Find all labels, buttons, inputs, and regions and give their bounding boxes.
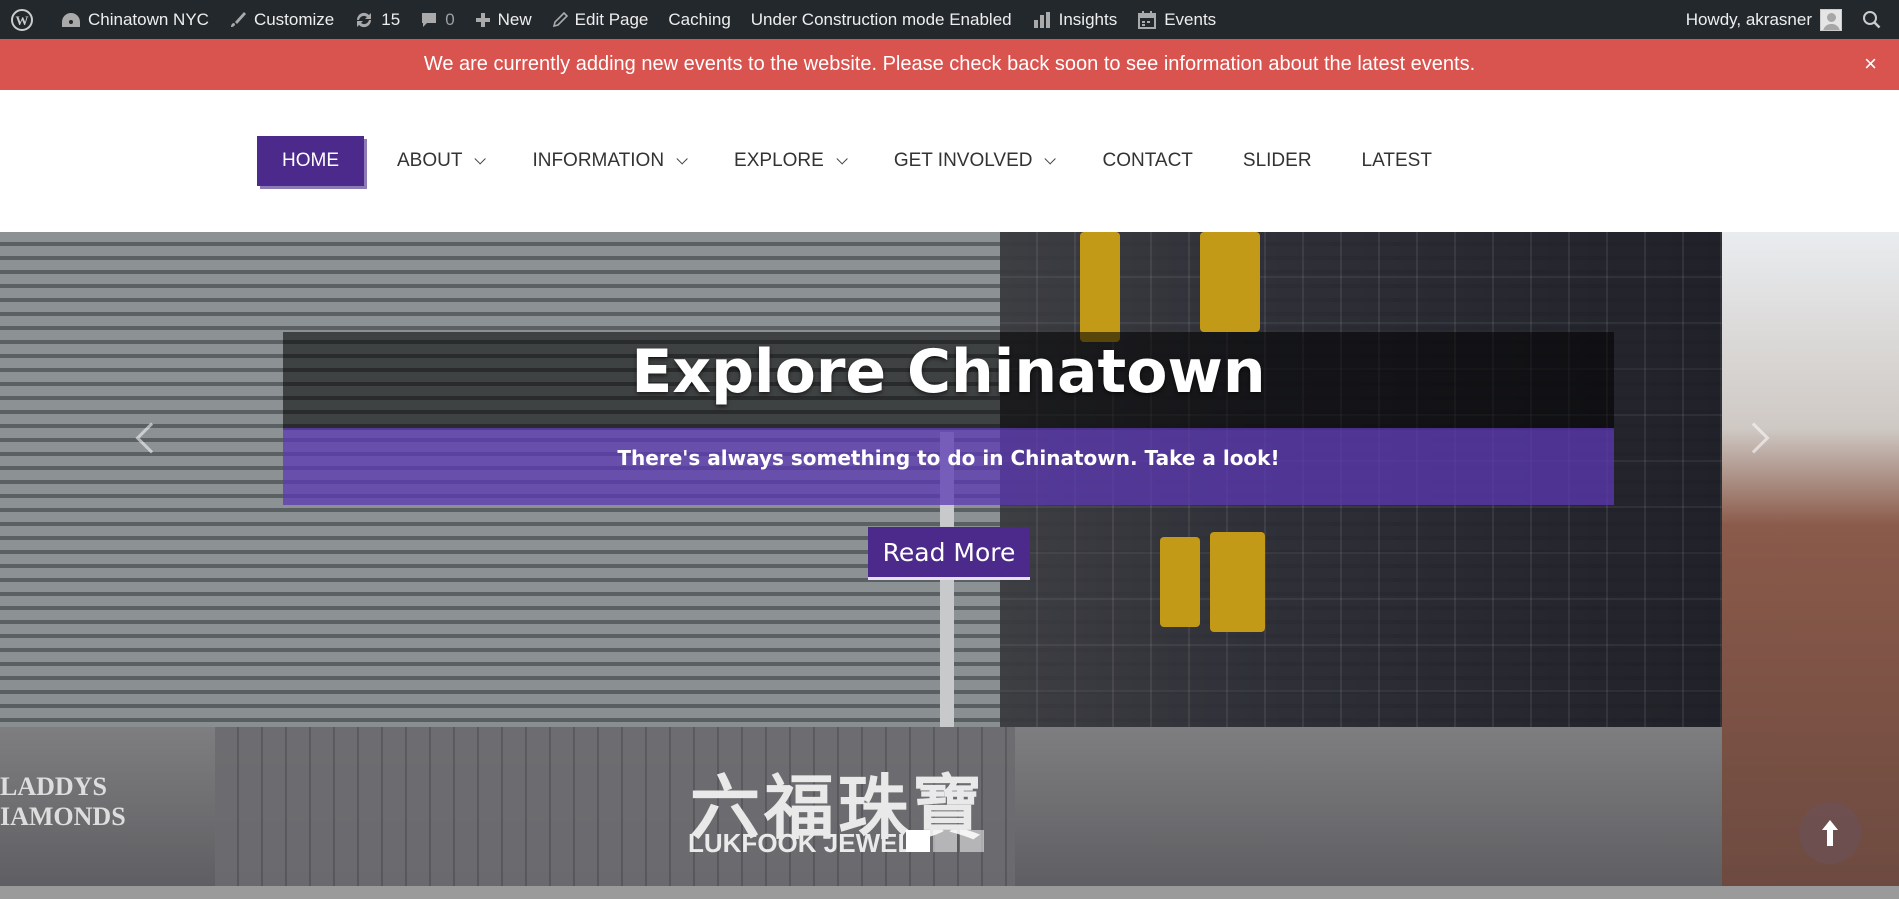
search-icon	[1863, 10, 1881, 28]
menu-item-label: HOME	[282, 150, 339, 171]
brush-icon	[230, 11, 246, 27]
slide-indicator[interactable]	[933, 830, 957, 852]
storefront-sign-latin: LUKFOOK JEWELL	[688, 828, 930, 858]
menu-item-home[interactable]: HOME	[257, 136, 364, 186]
scroll-to-top-button[interactable]	[1799, 802, 1861, 864]
menu-item-label: ABOUT	[397, 150, 463, 171]
menu-item-label: SLIDER	[1242, 150, 1312, 171]
main-navigation: HOME ABOUT INFORMATION EXPLORE GET INVOL…	[0, 90, 1899, 232]
sign-laddys-line: LADDYS	[0, 772, 107, 801]
arrow-up-icon	[1822, 820, 1838, 846]
plus-icon	[475, 12, 490, 27]
calendar-icon	[1138, 10, 1157, 29]
bar-chart-icon	[1033, 11, 1050, 28]
hero-sky-buildings	[1722, 232, 1899, 886]
menu-item-explore[interactable]: EXPLORE	[709, 136, 869, 186]
site-name-link[interactable]: Chinatown NYC	[51, 0, 219, 39]
new-content-link[interactable]: New	[465, 0, 542, 39]
comments-link[interactable]: 0	[410, 0, 464, 39]
storefront-sign-laddys: LADDYS IAMONDS	[0, 772, 126, 832]
menu-item-contact[interactable]: CONTACT	[1077, 136, 1217, 186]
menu-item-about[interactable]: ABOUT	[372, 136, 507, 186]
customize-label: Customize	[253, 9, 335, 29]
traffic-light	[1160, 537, 1200, 627]
menu-item-latest[interactable]: LATEST	[1337, 136, 1457, 186]
notice-text: We are currently adding new events to th…	[423, 53, 1476, 75]
menu-item-label: INFORMATION	[532, 150, 665, 171]
caching-label: Caching	[668, 9, 731, 29]
admin-bar: W Chinatown NYC Customize 15 0 New Edit …	[0, 0, 1899, 39]
edit-page-label: Edit Page	[574, 9, 649, 29]
avatar	[1820, 8, 1842, 31]
updates-icon	[357, 12, 372, 27]
sign-laddys-line: IAMONDS	[0, 802, 126, 831]
site-name-label: Chinatown NYC	[88, 9, 209, 29]
chevron-down-icon	[474, 153, 487, 165]
comment-icon	[422, 12, 437, 27]
slide-title: Explore Chinatown	[631, 337, 1266, 407]
menu-item-label: GET INVOLVED	[893, 150, 1033, 171]
slide-subtitle: There's always something to do in Chinat…	[617, 446, 1280, 470]
edit-page-link[interactable]: Edit Page	[542, 0, 659, 39]
chevron-down-icon	[1044, 153, 1057, 165]
my-account-link[interactable]: Howdy, akrasner	[1676, 0, 1852, 39]
hero-bottom-band	[0, 886, 1899, 899]
svg-text:W: W	[16, 13, 29, 28]
insights-link[interactable]: Insights	[1022, 0, 1128, 39]
updates-count: 15	[381, 9, 401, 29]
menu-item-slider[interactable]: SLIDER	[1218, 136, 1337, 186]
wordpress-logo-icon[interactable]: W	[0, 0, 51, 39]
traffic-light	[1080, 232, 1120, 342]
menu-item-label: LATEST	[1361, 150, 1432, 171]
dashboard-icon	[62, 12, 80, 27]
updates-link[interactable]: 15	[344, 0, 410, 39]
under-construction-label: Under Construction mode Enabled	[750, 9, 1012, 29]
slide-indicator[interactable]	[906, 830, 930, 852]
howdy-label: Howdy, akrasner	[1685, 9, 1812, 29]
slide-indicator[interactable]	[960, 830, 984, 852]
traffic-light	[1210, 532, 1265, 632]
traffic-light	[1200, 232, 1260, 332]
events-label: Events	[1164, 9, 1217, 29]
menu-item-get-involved[interactable]: GET INVOLVED	[869, 136, 1078, 186]
primary-menu: HOME ABOUT INFORMATION EXPLORE GET INVOL…	[257, 136, 1457, 186]
events-link[interactable]: Events	[1127, 0, 1226, 39]
menu-item-label: CONTACT	[1102, 150, 1193, 171]
menu-item-information[interactable]: INFORMATION	[507, 136, 709, 186]
notice-bar: We are currently adding new events to th…	[0, 39, 1899, 90]
insights-label: Insights	[1058, 9, 1118, 29]
new-label: New	[497, 9, 532, 29]
under-construction-link[interactable]: Under Construction mode Enabled	[741, 0, 1022, 39]
slide-indicators	[906, 830, 984, 852]
read-more-button[interactable]: Read More	[868, 527, 1030, 580]
caching-link[interactable]: Caching	[658, 0, 740, 39]
chevron-down-icon	[836, 153, 848, 165]
menu-item-label: EXPLORE	[734, 150, 824, 171]
comments-count: 0	[445, 9, 455, 29]
hero-slider: 六福珠寶 LUKFOOK JEWELL LADDYS IAMONDS Explo…	[0, 232, 1899, 899]
customize-link[interactable]: Customize	[219, 0, 344, 39]
close-icon[interactable]: ×	[1864, 51, 1877, 77]
pencil-icon	[552, 11, 568, 27]
chevron-down-icon	[676, 153, 688, 165]
search-button[interactable]	[1852, 0, 1899, 39]
